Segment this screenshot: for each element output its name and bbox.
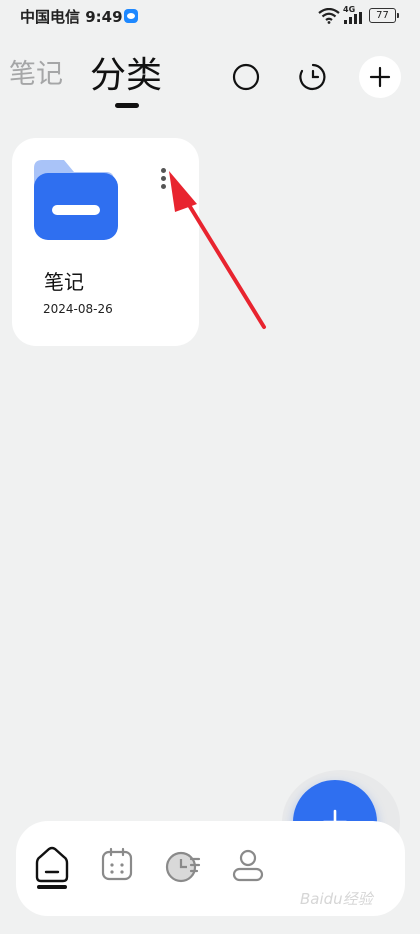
circle-icon: [232, 63, 260, 91]
dot: [161, 184, 166, 189]
folder-icon: [34, 160, 118, 240]
nav-active-indicator: [37, 885, 67, 889]
active-tab-indicator: [115, 103, 139, 108]
more-options-button[interactable]: [154, 163, 174, 193]
status-bar: 中国电信 9:49 4G 77: [0, 0, 420, 34]
category-date: 2024-08-26: [43, 302, 113, 316]
watermark: Baidu经验: [300, 890, 373, 908]
weibo-icon: [124, 9, 138, 23]
nav-home[interactable]: [32, 845, 72, 885]
add-category-button[interactable]: [359, 56, 401, 98]
signal-icon: [344, 12, 362, 24]
clock-icon: [299, 63, 326, 91]
category-title: 笔记: [44, 270, 84, 294]
carrier-time: 中国电信 9:49: [20, 8, 123, 26]
history-button[interactable]: [292, 56, 334, 98]
timeline-icon: [165, 851, 201, 883]
battery-indicator: 77: [369, 8, 399, 23]
tab-category[interactable]: 分类: [90, 46, 162, 98]
dot: [161, 168, 166, 173]
wifi-icon: [318, 8, 340, 24]
plus-icon: [369, 66, 391, 88]
nav-timeline[interactable]: [163, 845, 203, 885]
tab-notes[interactable]: 笔记: [9, 52, 63, 91]
profile-icon: [232, 849, 264, 882]
dot: [161, 176, 166, 181]
home-icon: [35, 846, 69, 883]
calendar-icon: [101, 847, 133, 881]
circle-button[interactable]: [225, 56, 267, 98]
nav-calendar[interactable]: [97, 845, 137, 885]
nav-profile[interactable]: [228, 845, 268, 885]
